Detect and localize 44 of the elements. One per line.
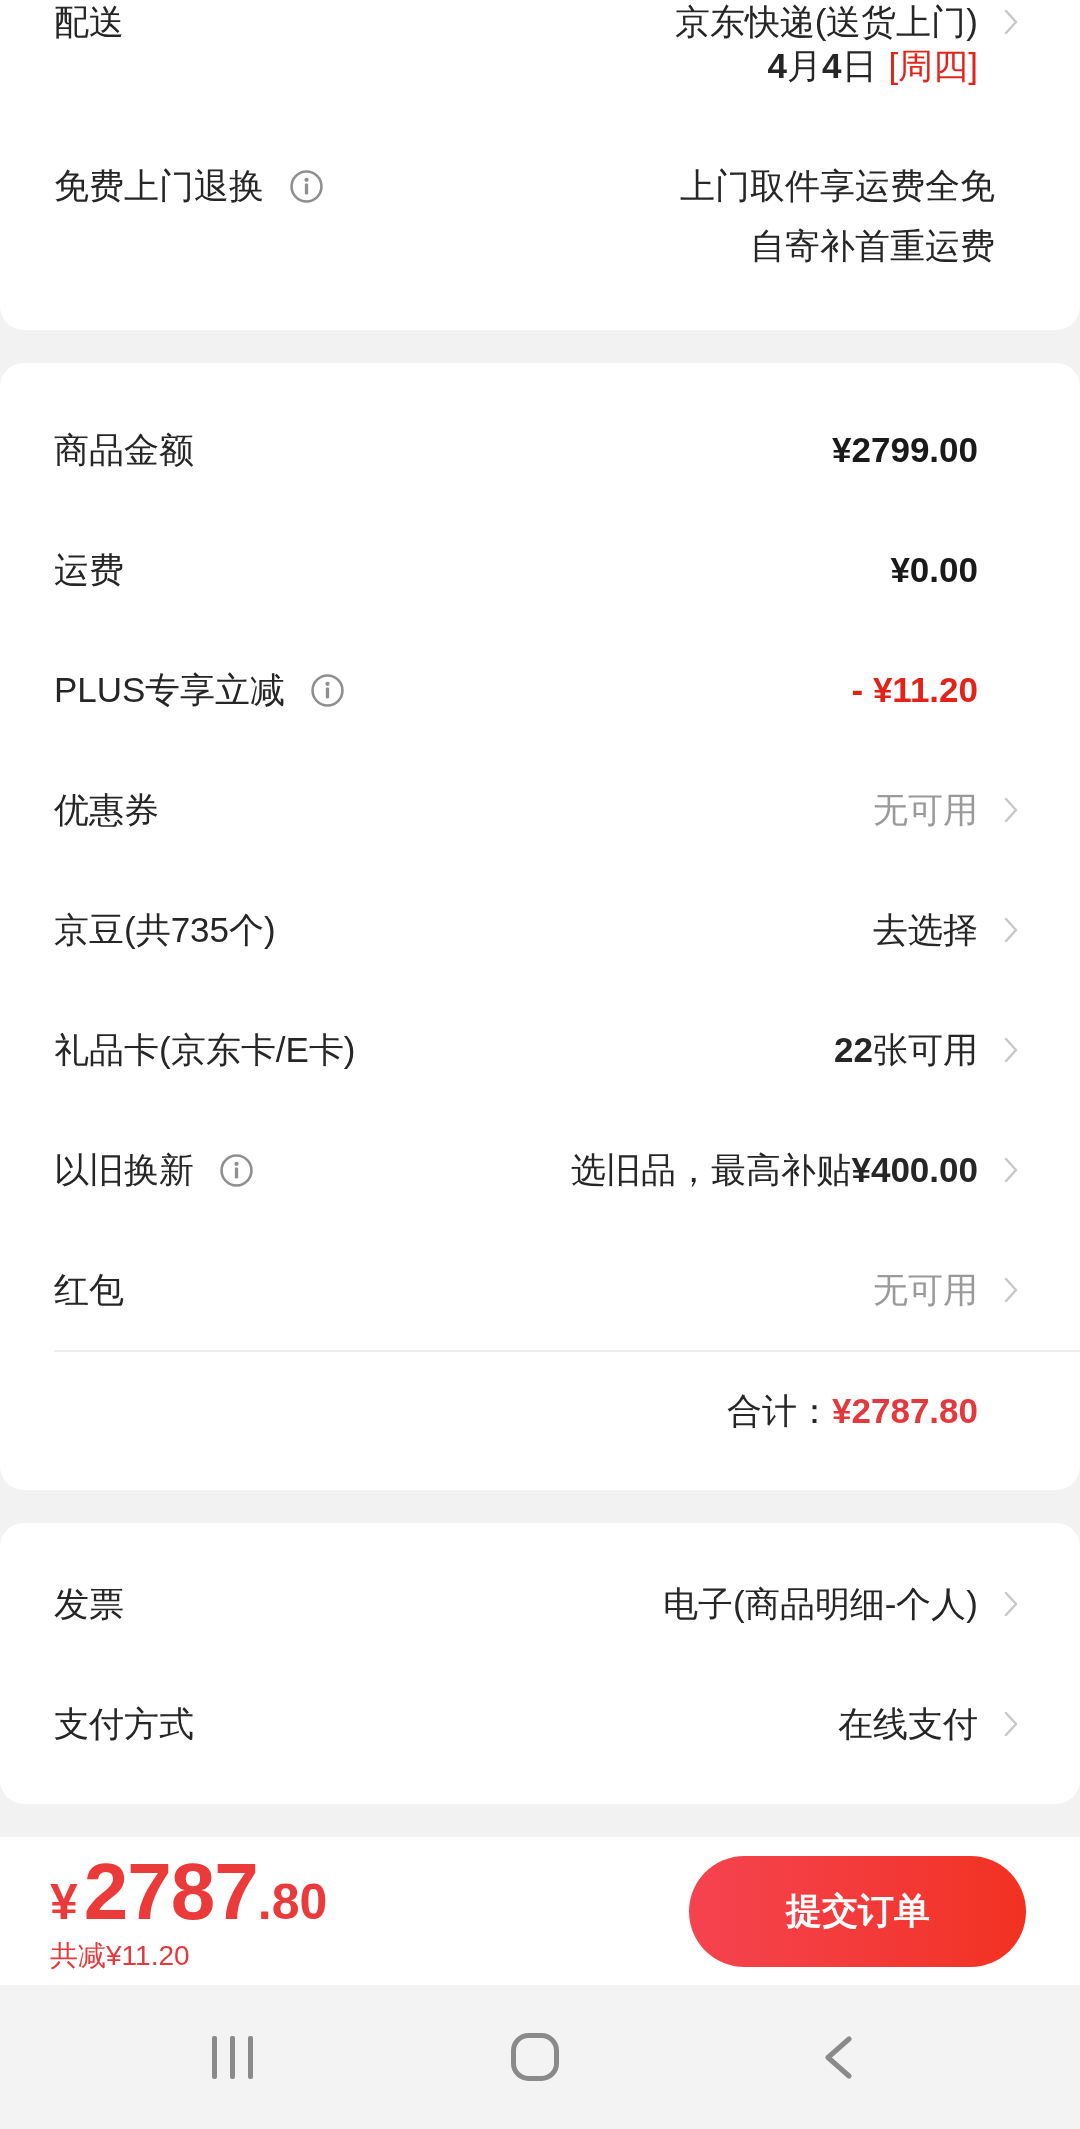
row-value[interactable]: 去选择 xyxy=(873,909,978,951)
row-value: ¥0.00 xyxy=(890,549,978,591)
info-icon[interactable] xyxy=(311,673,345,707)
row-value: - ¥11.20 xyxy=(851,669,978,711)
total-amount: ¥2787.80 xyxy=(832,1390,978,1432)
info-icon[interactable] xyxy=(290,170,323,203)
recent-apps-icon[interactable] xyxy=(211,2034,254,2080)
chevron-icon[interactable] xyxy=(1004,9,1018,35)
shipping-method[interactable]: 京东快递(送货上门) xyxy=(674,0,978,44)
delivery-date: 4月4日 xyxy=(767,45,877,87)
row-label: 配送 xyxy=(54,1,124,43)
savings-text: 共减¥11.20 xyxy=(50,1942,191,1970)
home-icon[interactable] xyxy=(511,2033,559,2081)
row-label: 商品金额 xyxy=(54,429,194,471)
row-label: 免费上门退换 xyxy=(54,165,264,207)
chevron-icon[interactable] xyxy=(1004,1591,1018,1617)
submit-order-button[interactable]: 提交订单 xyxy=(689,1855,1026,1967)
chevron-icon[interactable] xyxy=(1004,1157,1018,1183)
row-value: ¥2799.00 xyxy=(832,429,978,471)
row-label: 运费 xyxy=(54,549,124,591)
row-value[interactable]: 22张可用 xyxy=(834,1029,978,1071)
delivery-weekday: [周四] xyxy=(888,45,978,87)
row-label: 优惠券 xyxy=(54,789,159,831)
row-label: 京豆(共735个) xyxy=(54,909,276,951)
row-label: 红包 xyxy=(54,1269,124,1311)
total-price: ¥2787.80 xyxy=(50,1852,328,1932)
row-value[interactable]: 选旧品，最高补贴¥400.00 xyxy=(571,1149,978,1191)
chevron-icon[interactable] xyxy=(1004,917,1018,943)
back-icon[interactable] xyxy=(824,2035,852,2079)
row-label: 以旧换新 xyxy=(54,1149,194,1191)
row-value[interactable]: 电子(商品明细-个人) xyxy=(663,1583,978,1625)
chevron-icon[interactable] xyxy=(1004,1037,1018,1063)
info-icon[interactable] xyxy=(220,1153,253,1187)
chevron-icon[interactable] xyxy=(1004,1277,1018,1303)
return-note: 自寄补首重运费 xyxy=(750,225,995,267)
row-label: PLUS专享立减 xyxy=(54,669,286,711)
row-label: 发票 xyxy=(54,1583,124,1625)
row-label: 礼品卡(京东卡/E卡) xyxy=(54,1029,356,1071)
row-value[interactable]: 在线支付 xyxy=(838,1703,978,1745)
chevron-icon[interactable] xyxy=(1004,1711,1018,1737)
chevron-icon[interactable] xyxy=(1004,797,1018,823)
total-label: 合计： xyxy=(727,1390,832,1432)
return-note: 上门取件享运费全免 xyxy=(680,165,995,207)
row-label: 支付方式 xyxy=(54,1703,194,1745)
